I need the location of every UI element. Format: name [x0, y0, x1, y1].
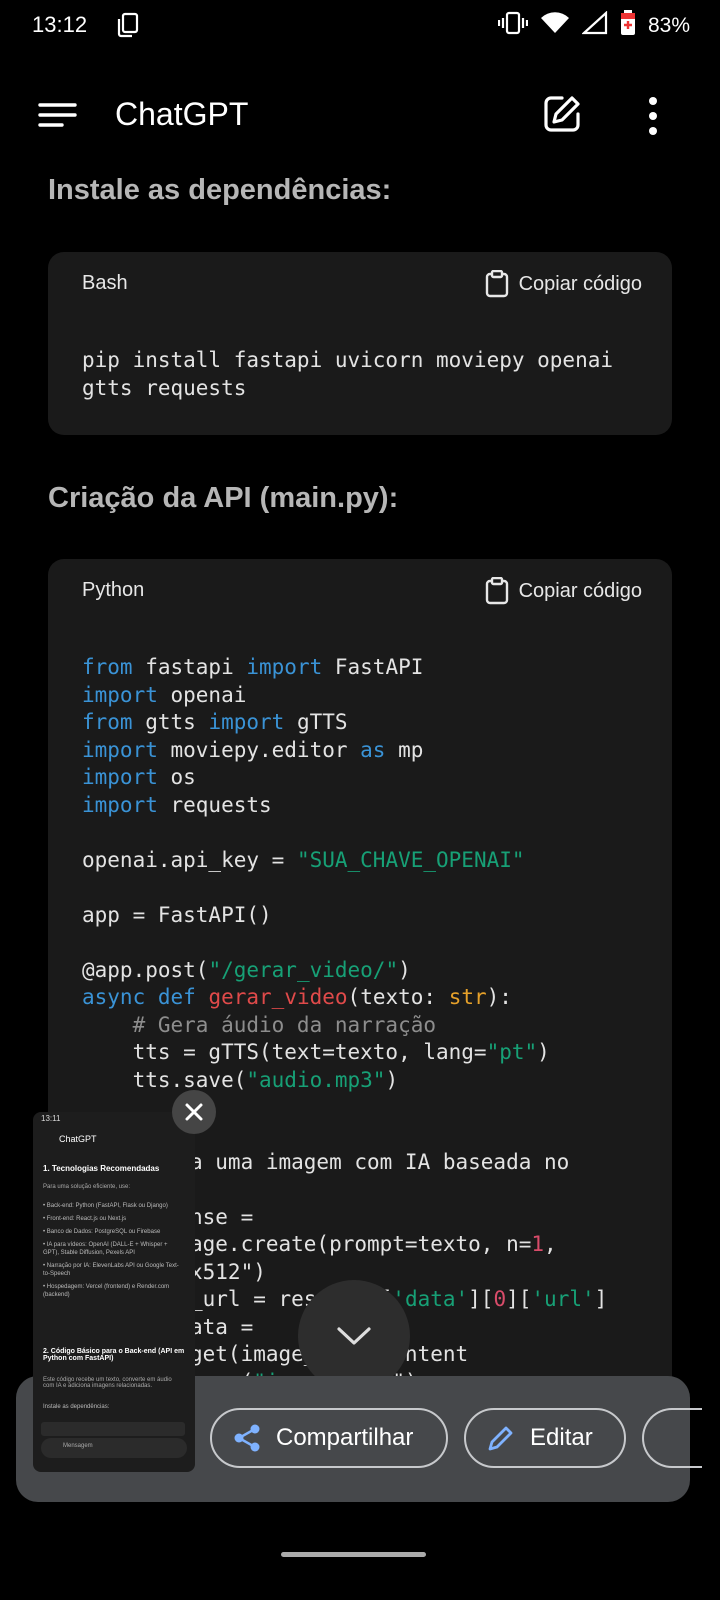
new-chat-icon[interactable] — [542, 94, 582, 139]
screenshot-thumbnail[interactable]: 13:11 ChatGPT 1. Tecnologias Recomendada… — [33, 1112, 195, 1472]
thumbnail-bullet: • Narração por IA: ElevenLabs API ou Goo… — [43, 1263, 179, 1277]
clipboard-icon — [485, 577, 508, 605]
clipboard-notification-icon — [116, 12, 140, 43]
app-bar: ChatGPT — [0, 74, 720, 154]
more-options-icon[interactable] — [648, 96, 658, 141]
app-title: ChatGPT — [115, 96, 249, 132]
thumbnail-bullet: • Banco de Dados: PostgreSQL ou Firebase — [43, 1229, 161, 1235]
copy-code-button[interactable]: Copiar código — [485, 577, 642, 605]
copy-code-button[interactable]: Copiar código — [485, 270, 642, 298]
vibrate-icon — [497, 11, 529, 40]
code-content: from fastapi import FastAPI import opena… — [82, 655, 550, 1092]
clipboard-icon — [485, 270, 508, 298]
chevron-down-icon — [337, 1327, 371, 1345]
edit-button[interactable]: Editar — [464, 1408, 626, 1468]
status-bar: 13:12 83% — [0, 0, 720, 50]
home-indicator — [281, 1552, 426, 1557]
section-heading-api: Criação da API (main.py): — [48, 482, 399, 514]
more-actions-button-partial[interactable] — [642, 1408, 702, 1468]
battery-saver-icon — [620, 10, 636, 41]
close-icon — [185, 1103, 203, 1121]
signal-icon — [581, 10, 608, 40]
code-language-label: Python — [82, 579, 145, 601]
thumbnail-bullet: • Front-end: React.js ou Next.js — [43, 1216, 127, 1222]
share-icon — [234, 1424, 260, 1452]
wifi-icon — [540, 11, 570, 40]
code-language-label: Bash — [82, 272, 128, 294]
battery-percent: 83% — [647, 13, 690, 37]
code-content: pip install fastapi uvicorn moviepy open… — [82, 348, 614, 400]
status-time: 13:12 — [32, 12, 88, 37]
thumbnail-bullet: • Back-end: Python (FastAPI, Flask ou Dj… — [43, 1203, 168, 1209]
code-block-bash: Bash Copiar código pip install fastapi u… — [48, 252, 672, 435]
menu-icon[interactable] — [38, 102, 78, 133]
thumbnail-bullet: • Hospedagem: Vercel (frontend) e Render… — [43, 1284, 170, 1298]
close-thumbnail-button[interactable] — [172, 1090, 216, 1134]
pencil-icon — [488, 1426, 513, 1451]
section-heading-dependencies: Instale as dependências: — [48, 174, 392, 206]
share-button[interactable]: Compartilhar — [210, 1408, 448, 1468]
thumbnail-bullet: • IA para vídeos: OpenAI (DALL-E + Whisp… — [43, 1242, 168, 1256]
